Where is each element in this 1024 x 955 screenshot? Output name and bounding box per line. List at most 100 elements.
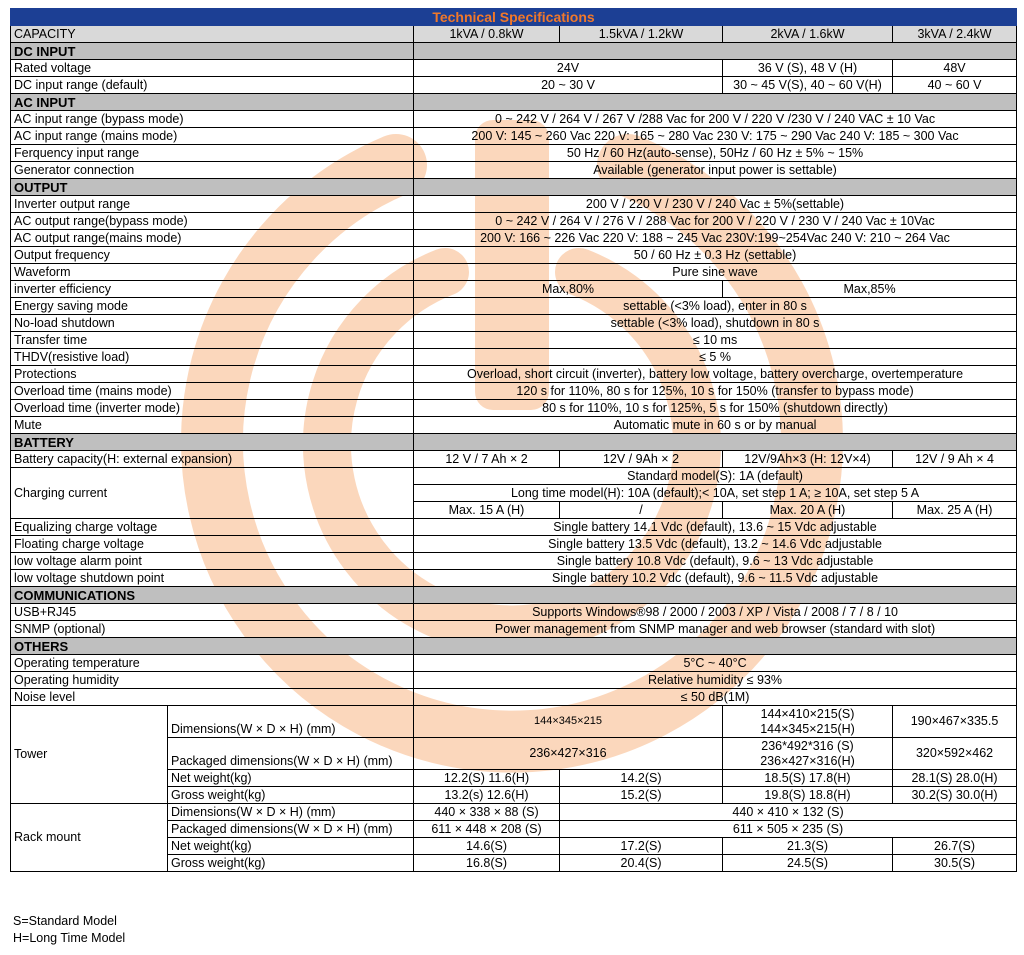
spec-value: 200 V / 220 V / 230 V / 240 Vac ± 5%(set… xyxy=(412,195,1018,213)
spec-value: Single battery 14.1 Vdc (default), 13.6 … xyxy=(412,518,1018,536)
spec-value: 30 ~ 45 V(S), 40 ~ 60 V(H) xyxy=(722,76,893,94)
spec-value: 15.2(S) xyxy=(559,786,723,804)
capacity-model: 1.5kVA / 1.2kW xyxy=(559,25,723,43)
spec-label: AC input range (bypass mode) xyxy=(10,110,414,128)
spec-value: 5°C ~ 40°C xyxy=(412,654,1018,672)
spec-value: 50 / 60 Hz ± 0.3 Hz (settable) xyxy=(412,246,1018,264)
spec-value: 19.8(S) 18.8(H) xyxy=(722,786,893,804)
spec-value: 190×467×335.5 xyxy=(891,705,1018,738)
spec-row: AC output range(bypass mode) 0 ~ 242 V /… xyxy=(10,212,1018,230)
spec-label: Mute xyxy=(10,416,414,434)
spec-row: Rack mount Dimensions(W × D × H) (mm) 44… xyxy=(10,803,1018,872)
spec-value: 13.2(s) 12.6(H) xyxy=(413,786,560,804)
spec-value: 40 ~ 60 V xyxy=(891,76,1018,94)
spec-row: Waveform Pure sine wave xyxy=(10,263,1018,281)
spec-label: Protections xyxy=(10,365,414,383)
spec-label: Energy saving mode xyxy=(10,297,414,315)
spec-value: Relative humidity ≤ 93% xyxy=(412,671,1018,689)
title-row: Technical Specifications xyxy=(9,8,1018,26)
spec-row: USB+RJ45 Supports Windows®98 / 2000 / 20… xyxy=(10,603,1018,621)
spec-value: 120 s for 110%, 80 s for 125%, 10 s for … xyxy=(412,382,1018,400)
spec-value: Single battery 10.8 Vdc (default), 9.6 ~… xyxy=(412,552,1018,570)
spec-table: Technical Specifications CAPACITY 1kVA /… xyxy=(9,8,1018,872)
spec-value: 144×410×215(S) 144×345×215(H) xyxy=(722,705,893,738)
spec-value: Pure sine wave xyxy=(412,263,1018,281)
spec-row: THDV(resistive load) ≤ 5 % xyxy=(10,348,1018,366)
spec-value: 144×345×215 xyxy=(413,705,723,738)
spec-label: Operating temperature xyxy=(10,654,414,672)
spec-value: / xyxy=(559,501,723,519)
section-communications: COMMUNICATIONS xyxy=(10,586,1018,604)
section-dc-input: DC INPUT xyxy=(10,42,1018,60)
spec-row: Equalizing charge voltage Single battery… xyxy=(10,518,1018,536)
spec-label: AC input range (mains mode) xyxy=(10,127,414,145)
spec-value: Max,85% xyxy=(721,280,1018,298)
spec-label: Overload time (mains mode) xyxy=(10,382,414,400)
spec-label: Dimensions(W × D × H) (mm) xyxy=(167,705,414,738)
spec-row: Inverter output range 200 V / 220 V / 23… xyxy=(10,195,1018,213)
spec-value: Power management from SNMP manager and w… xyxy=(412,620,1018,638)
spec-value: 0 ~ 242 V / 264 V / 267 V /288 Vac for 2… xyxy=(412,110,1018,128)
spec-value: Long time model(H): 10A (default);< 10A,… xyxy=(412,484,1018,502)
spec-value: ≤ 5 % xyxy=(412,348,1018,366)
spec-value: 21.3(S) xyxy=(722,837,893,855)
spec-value: settable (<3% load), enter in 80 s xyxy=(412,297,1018,315)
spec-row: Tower Dimensions(W × D × H) (mm) 144×345… xyxy=(10,705,1018,804)
spec-value: 611 × 505 × 235 (S) xyxy=(558,820,1018,838)
spec-row: AC output range(mains mode) 200 V: 166 ~… xyxy=(10,229,1018,247)
spec-label: USB+RJ45 xyxy=(10,603,414,621)
spec-value: 30.5(S) xyxy=(891,854,1018,872)
spec-value: 200 V: 166 ~ 226 Vac 220 V: 188 ~ 245 Va… xyxy=(412,229,1018,247)
capacity-model: 2kVA / 1.6kW xyxy=(722,25,893,43)
spec-label: Inverter output range xyxy=(10,195,414,213)
spec-label: Generator connection xyxy=(10,161,414,179)
spec-row: low voltage shutdown point Single batter… xyxy=(10,569,1018,587)
spec-label: Battery capacity(H: external expansion) xyxy=(10,450,414,468)
spec-value: ≤ 50 dB(1M) xyxy=(412,688,1018,706)
group-label-rack: Rack mount xyxy=(10,803,168,872)
spec-value: 12.2(S) 11.6(H) xyxy=(413,769,560,787)
spec-value: 30.2(S) 30.0(H) xyxy=(891,786,1018,804)
spec-row: Generator connection Available (generato… xyxy=(10,161,1018,179)
spec-row: Overload time (mains mode) 120 s for 110… xyxy=(10,382,1018,400)
spec-value: 80 s for 110%, 10 s for 125%, 5 s for 15… xyxy=(412,399,1018,417)
spec-value: ≤ 10 ms xyxy=(412,331,1018,349)
spec-row: DC input range (default) 20 ~ 30 V 30 ~ … xyxy=(10,76,1018,94)
spec-label: Dimensions(W × D × H) (mm) xyxy=(167,803,414,821)
spec-row: Charging current Standard model(S): 1A (… xyxy=(10,467,1018,519)
spec-value: Standard model(S): 1A (default) xyxy=(412,467,1018,485)
spec-row: Transfer time ≤ 10 ms xyxy=(10,331,1018,349)
spec-value: 26.7(S) xyxy=(891,837,1018,855)
spec-label: inverter efficiency xyxy=(10,280,414,298)
spec-value: 24.5(S) xyxy=(722,854,893,872)
group-label-tower: Tower xyxy=(10,705,168,804)
spec-value: Overload, short circuit (inverter), batt… xyxy=(412,365,1018,383)
capacity-row: CAPACITY 1kVA / 0.8kW 1.5kVA / 1.2kW 2kV… xyxy=(10,25,1018,43)
spec-value-line: 144×345×215(H) xyxy=(760,721,855,736)
spec-row: low voltage alarm point Single battery 1… xyxy=(10,552,1018,570)
spec-row: Energy saving mode settable (<3% load), … xyxy=(10,297,1018,315)
spec-value: Single battery 10.2 Vdc (default), 9.6 ~… xyxy=(412,569,1018,587)
capacity-model: 3kVA / 2.4kW xyxy=(891,25,1018,43)
spec-value: 18.5(S) 17.8(H) xyxy=(722,769,893,787)
spec-label: Transfer time xyxy=(10,331,414,349)
spec-value: 20.4(S) xyxy=(559,854,723,872)
spec-value: 440 × 338 × 88 (S) xyxy=(413,803,560,821)
section-heading: COMMUNICATIONS xyxy=(10,586,414,604)
spec-label: Charging current xyxy=(10,467,414,519)
spec-row: Overload time (inverter mode) 80 s for 1… xyxy=(10,399,1018,417)
spec-label: low voltage shutdown point xyxy=(10,569,414,587)
spec-row: Output frequency 50 / 60 Hz ± 0.3 Hz (se… xyxy=(10,246,1018,264)
spec-value-line: 236×427×316(H) xyxy=(760,753,855,768)
section-others: OTHERS xyxy=(10,637,1018,655)
spec-label: Operating humidity xyxy=(10,671,414,689)
page-title: Technical Specifications xyxy=(9,8,1018,26)
spec-label: Equalizing charge voltage xyxy=(10,518,414,536)
spec-value: 14.6(S) xyxy=(413,837,560,855)
spec-value: 200 V: 145 ~ 260 Vac 220 V: 165 ~ 280 Va… xyxy=(412,127,1018,145)
section-heading: DC INPUT xyxy=(10,42,414,60)
spec-value: Max. 20 A (H) xyxy=(722,501,893,519)
spec-label: Waveform xyxy=(10,263,414,281)
spec-row: Mute Automatic mute in 60 s or by manual xyxy=(10,416,1018,434)
spec-value: 12V / 9 Ah × 4 xyxy=(891,450,1018,468)
